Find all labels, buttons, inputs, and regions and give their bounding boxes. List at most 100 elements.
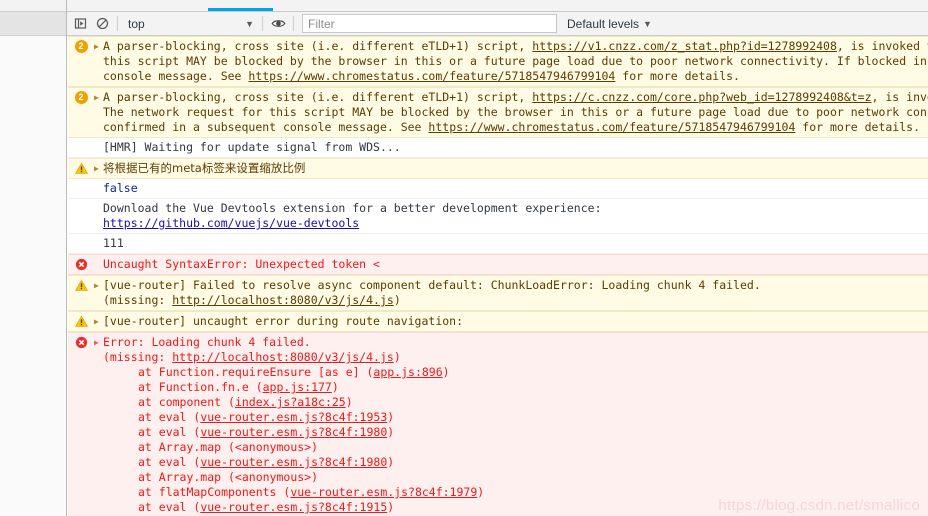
left-panel-body	[0, 36, 66, 516]
no-expand-spacer	[94, 236, 103, 238]
message-part: (missing:	[103, 350, 173, 364]
left-panel-tabstrip[interactable]	[0, 12, 66, 36]
stack-frame: at eval (vue-router.esm.js?8c4f:1980)	[103, 455, 924, 470]
stack-frame: at eval (vue-router.esm.js?8c4f:1980)	[103, 425, 924, 440]
console-message-value[interactable]: 111	[68, 234, 928, 254]
eye-icon[interactable]	[267, 14, 289, 34]
message-link[interactable]: https://www.chromestatus.com/feature/571…	[428, 120, 795, 134]
stack-frame-text: at Function.fn.e (	[138, 380, 263, 394]
stack-frame: at component (index.js?a18c:25)	[103, 395, 924, 410]
stack-frame: at eval (vue-router.esm.js?8c4f:1915)	[103, 500, 924, 515]
message-link[interactable]: https://v1.cnzz.com/z_stat.php?id=127899…	[532, 39, 837, 53]
active-tab-indicator	[208, 8, 273, 11]
message-line-2: this script MAY be blocked by the browse…	[103, 54, 928, 68]
message-gutter	[68, 161, 94, 175]
message-gutter	[68, 314, 94, 328]
warning-triangle-icon	[74, 315, 88, 327]
message-line-1: Error: Loading chunk 4 failed.	[103, 335, 311, 349]
expand-arrow-icon[interactable]: ▶	[94, 335, 103, 348]
message-part: A parser-blocking, cross site (i.e. diff…	[103, 39, 533, 53]
stack-frame: at eval (vue-router.esm.js?8c4f:1953)	[103, 410, 924, 425]
console-message-value[interactable]: false	[68, 179, 928, 199]
stack-frame-link[interactable]: vue-router.esm.js?8c4f:1979	[290, 485, 477, 499]
message-text: 将根据已有的meta标签来设置缩放比例	[103, 161, 306, 175]
chevron-down-icon: ▼	[245, 18, 254, 29]
stack-frame-text: at eval (	[138, 455, 201, 469]
left-side-panel	[0, 0, 67, 516]
message-part: for more details.	[615, 69, 740, 83]
stack-frame-link[interactable]: vue-router.esm.js?8c4f:1980	[200, 425, 387, 439]
console-message-log[interactable]: Download the Vue Devtools extension for …	[68, 199, 928, 234]
left-panel-header	[0, 0, 66, 12]
stack-frame-tail: )	[477, 485, 485, 499]
stack-frame-link[interactable]: app.js:896	[373, 365, 442, 379]
execution-context-value: top	[128, 16, 145, 31]
message-link[interactable]: http://localhost:8080/v3/js/4.js	[172, 293, 394, 307]
expand-arrow-icon[interactable]: ▶	[94, 39, 103, 52]
stack-frame-link[interactable]: vue-router.esm.js?8c4f:1915	[200, 500, 387, 514]
message-gutter: 2	[68, 39, 94, 53]
stack-frame-tail: )	[442, 365, 450, 379]
console-message-warning[interactable]: 2 ▶ A parser-blocking, cross site (i.e. …	[68, 36, 928, 87]
message-link[interactable]: https://www.chromestatus.com/feature/571…	[248, 69, 615, 83]
message-gutter	[68, 236, 94, 237]
message-text: [vue-router] uncaught error during route…	[103, 314, 464, 328]
clear-console-icon[interactable]	[69, 14, 91, 34]
message-gutter	[68, 278, 94, 292]
console-message-warning[interactable]: 2 ▶ A parser-blocking, cross site (i.e. …	[68, 87, 928, 138]
console-toolbar: top ▼ Filter Default levels ▼	[67, 12, 928, 36]
stack-frame: at Function.requireEnsure [as e] (app.js…	[103, 365, 924, 380]
message-text: Error: Loading chunk 4 failed. (missing: …	[103, 335, 928, 515]
filter-input[interactable]: Filter	[302, 14, 557, 33]
message-gutter	[68, 181, 94, 182]
message-part: )	[393, 293, 401, 307]
stack-frame-link[interactable]: app.js:177	[263, 380, 332, 394]
stack-frame-link[interactable]: vue-router.esm.js?8c4f:1953	[200, 410, 387, 424]
console-message-log[interactable]: [HMR] Waiting for update signal from WDS…	[68, 138, 928, 158]
no-entry-icon[interactable]	[91, 14, 113, 34]
stack-frame-text: at Array.map (<anonymous>)	[138, 470, 319, 484]
message-part: confirmed in a subsequent console messag…	[103, 120, 429, 134]
stack-frame-text: at Array.map (<anonymous>)	[138, 440, 319, 454]
stack-frame: at Array.map (<anonymous>)	[103, 470, 924, 485]
message-part: console message. See	[103, 69, 249, 83]
message-gutter	[68, 257, 94, 271]
message-text: Uncaught SyntaxError: Unexpected token <	[103, 257, 380, 271]
stack-frame-link[interactable]: vue-router.esm.js?8c4f:1980	[200, 455, 387, 469]
execution-context-select[interactable]: top ▼	[122, 15, 258, 33]
console-message-error[interactable]: Uncaught SyntaxError: Unexpected token <	[68, 254, 928, 275]
message-link[interactable]: https://c.cnzz.com/core.php?web_id=12789…	[532, 90, 871, 104]
message-text: A parser-blocking, cross site (i.e. diff…	[103, 39, 928, 84]
message-link[interactable]: https://github.com/vuejs/vue-devtools	[103, 216, 359, 230]
message-part: , is invoked v	[871, 90, 928, 104]
message-line-2: The network request for this script MAY …	[103, 105, 928, 119]
message-link[interactable]: http://localhost:8080/v3/js/4.js	[172, 350, 394, 364]
message-part: A parser-blocking, cross site (i.e. diff…	[103, 90, 533, 104]
stack-frame: at Array.map (<anonymous>)	[103, 440, 924, 455]
expand-arrow-icon[interactable]: ▶	[94, 314, 103, 327]
message-value: false	[103, 181, 138, 195]
stack-frame-text: at eval (	[138, 410, 201, 424]
console-message-warning[interactable]: ▶ 将根据已有的meta标签来设置缩放比例	[68, 158, 928, 179]
log-levels-select[interactable]: Default levels ▼	[561, 15, 658, 33]
message-line-1: [vue-router] Failed to resolve async com…	[103, 278, 761, 292]
console-message-list: 2 ▶ A parser-blocking, cross site (i.e. …	[67, 36, 928, 516]
console-message-error[interactable]: ▶ Error: Loading chunk 4 failed. (missing…	[68, 332, 928, 516]
message-text: [vue-router] Failed to resolve async com…	[103, 278, 928, 308]
stack-frame-tail: )	[345, 395, 353, 409]
console-message-warning[interactable]: ▶ [vue-router] Failed to resolve async c…	[68, 275, 928, 311]
expand-arrow-icon[interactable]: ▶	[94, 90, 103, 103]
expand-arrow-icon[interactable]: ▶	[94, 161, 103, 174]
devtools-tabstrip[interactable]	[67, 0, 928, 12]
message-text: [HMR] Waiting for update signal from WDS…	[103, 140, 401, 154]
message-line-1: Download the Vue Devtools extension for …	[103, 201, 602, 215]
message-part: for more details.	[795, 120, 920, 134]
stack-frame-text: at eval (	[138, 500, 201, 514]
console-message-warning[interactable]: ▶ [vue-router] uncaught error during rou…	[68, 311, 928, 332]
stack-frame-link[interactable]: index.js?a18c:25	[235, 395, 346, 409]
message-text: A parser-blocking, cross site (i.e. diff…	[103, 90, 928, 135]
expand-arrow-icon[interactable]: ▶	[94, 278, 103, 291]
message-value: 111	[103, 236, 124, 250]
no-expand-spacer	[94, 257, 103, 259]
stack-frame-text: at component (	[138, 395, 235, 409]
